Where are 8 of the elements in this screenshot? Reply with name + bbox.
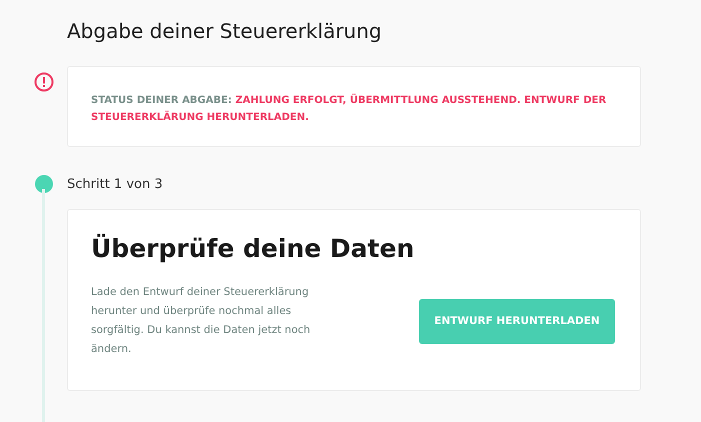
page-title: Abgabe deiner Steuererklärung	[66, 18, 383, 45]
step-label: Schritt 1 von 3	[67, 176, 163, 192]
download-button[interactable]: ENTWURF HERUNTERLADEN	[419, 298, 615, 344]
step-heading: Überprüfe deine Daten	[91, 234, 416, 263]
status-message: STATUS DEINER ABGABE: ZAHLUNG ERFOLGT, ÜBERMITTLUNG AUSSTEHEND. ENTWURF DER STEUERERKLÄRUNG HERUNTERLADEN.	[91, 92, 608, 125]
step-description: Lade den Entwurf deiner Steuererklärung herunter und überprüfe nochmal alles sorgfältig. Du kannst die Daten jetzt noch ändern.	[91, 285, 312, 357]
step-dot-icon	[35, 175, 53, 193]
alert-icon	[34, 72, 54, 92]
